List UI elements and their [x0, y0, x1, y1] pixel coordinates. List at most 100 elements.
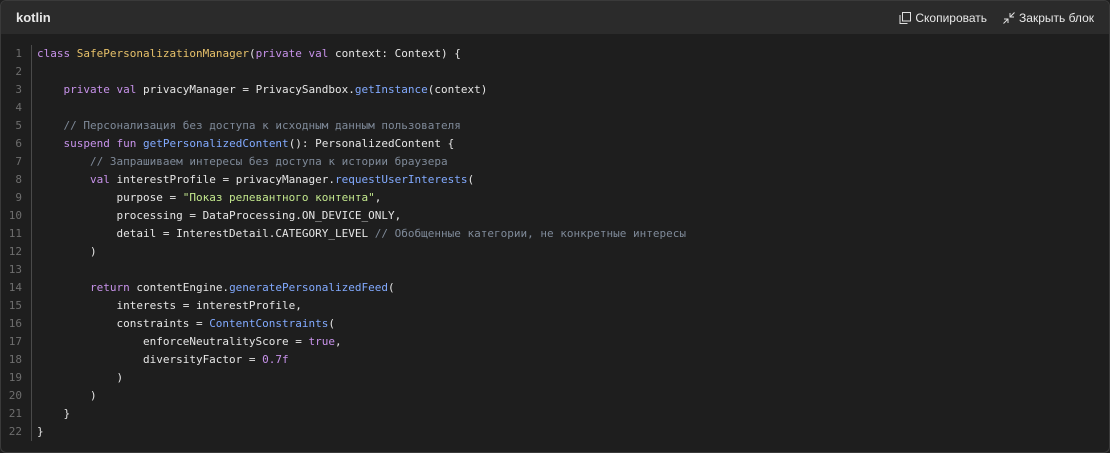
code-line: 13: [1, 261, 1109, 279]
code-text: interests = interestProfile,: [37, 297, 301, 315]
code-token: context: Context) {: [335, 47, 461, 60]
line-number: 20: [8, 389, 22, 402]
code-token: private val: [255, 47, 336, 60]
copy-icon: [899, 11, 912, 24]
gutter-divider: [31, 225, 32, 243]
code-line: 14 return contentEngine.generatePersonal…: [1, 279, 1109, 297]
code-line: 11 detail = InterestDetail.CATEGORY_LEVE…: [1, 225, 1109, 243]
line-number: 4: [15, 101, 22, 114]
line-number: 10: [8, 209, 22, 222]
code-token: val: [89, 173, 117, 186]
code-line: 7 // Запрашиваем интересы без доступа к …: [1, 153, 1109, 171]
code-line: 4: [1, 99, 1109, 117]
gutter-divider: [31, 387, 32, 405]
close-block-button[interactable]: Закрыть блок: [1003, 11, 1094, 25]
line-number: 14: [8, 281, 22, 294]
code-line: 6 suspend fun getPersonalizedContent(): …: [1, 135, 1109, 153]
code-line: 8 val interestProfile = privacyManager.r…: [1, 171, 1109, 189]
gutter-divider: [31, 333, 32, 351]
line-number: 6: [15, 137, 22, 150]
code-token: ,: [335, 335, 342, 348]
code-line: 10 processing = DataProcessing.ON_DEVICE…: [1, 207, 1109, 225]
line-number: 8: [15, 173, 22, 186]
line-number: 16: [8, 317, 22, 330]
code-line: 20 ): [1, 387, 1109, 405]
code-token: requestUserInterests: [335, 173, 468, 186]
code-token: ): [37, 371, 124, 384]
line-number: 1: [15, 47, 22, 60]
code-block: kotlin Скопировать Закрыть блок 1 class S…: [0, 0, 1110, 453]
code-text: diversityFactor = 0.7f: [37, 351, 289, 369]
code-text: return contentEngine.generatePersonalize…: [37, 279, 395, 297]
gutter-divider: [31, 45, 32, 63]
code-text: private val privacyManager = PrivacySand…: [37, 81, 488, 99]
code-text: val interestProfile = privacyManager.req…: [37, 171, 474, 189]
code-token: purpose =: [37, 191, 183, 204]
line-number: 12: [8, 245, 22, 258]
code-line: 1 class SafePersonalizationManager(privat…: [1, 45, 1109, 63]
code-token: ContentConstraints: [209, 317, 329, 330]
copy-button[interactable]: Скопировать: [899, 11, 987, 25]
line-number: 19: [8, 371, 22, 384]
code-text: // Запрашиваем интересы без доступа к ис…: [37, 153, 448, 171]
code-token: SafePersonalizationManager: [76, 47, 249, 60]
close-block-label: Закрыть блок: [1019, 10, 1094, 25]
collapse-icon: [1003, 11, 1015, 24]
code-text: class SafePersonalizationManager(private…: [37, 45, 461, 63]
gutter-divider: [31, 171, 32, 189]
code-text: ): [37, 387, 97, 405]
line-number: 11: [8, 227, 22, 240]
code-line: 22}: [1, 423, 1109, 441]
code-token: }: [37, 425, 44, 438]
code-token: (: [388, 281, 395, 294]
gutter-divider: [31, 405, 32, 423]
code-line: 21 }: [1, 405, 1109, 423]
code-text: processing = DataProcessing.ON_DEVICE_ON…: [37, 207, 401, 225]
line-number: 3: [15, 83, 22, 96]
code-token: (: [248, 47, 256, 60]
code-line: 5 // Персонализация без доступа к исходн…: [1, 117, 1109, 135]
code-token: // Запрашиваем интересы без доступа к ис…: [89, 155, 448, 168]
code-token: private val: [63, 83, 143, 96]
code-token: }: [37, 407, 71, 420]
line-number: 15: [8, 299, 22, 312]
gutter-divider: [31, 117, 32, 135]
code-line: 12 ): [1, 243, 1109, 261]
code-token: // Персонализация без доступа к исходным…: [63, 119, 461, 132]
code-token: generatePersonalizedFeed: [229, 281, 389, 294]
line-number: 5: [15, 119, 22, 132]
code-token: (: [467, 173, 475, 186]
code-token: "Показ релевантного контента": [182, 191, 375, 204]
code-text: detail = InterestDetail.CATEGORY_LEVEL /…: [37, 225, 686, 243]
gutter-divider: [31, 99, 32, 117]
code-token: ): [37, 245, 97, 258]
code-token: diversityFactor =: [37, 353, 263, 366]
code-token: (: [328, 317, 336, 330]
code-token: constraints =: [37, 317, 210, 330]
gutter-divider: [31, 423, 32, 441]
code-token: true: [308, 335, 336, 348]
code-token: return: [89, 281, 137, 294]
code-text: ): [37, 369, 123, 387]
code-token: // Обобщенные категории, не конкретные и…: [374, 227, 687, 240]
code-line: 2: [1, 63, 1109, 81]
gutter-divider: [31, 189, 32, 207]
code-text: }: [37, 405, 70, 423]
line-number: 18: [8, 353, 22, 366]
line-number: 21: [8, 407, 22, 420]
code-line: 17 enforceNeutralityScore = true,: [1, 333, 1109, 351]
gutter-divider: [31, 369, 32, 387]
gutter-divider: [31, 81, 32, 99]
code-text: suspend fun getPersonalizedContent(): Pe…: [37, 135, 455, 153]
code-text: enforceNeutralityScore = true,: [37, 333, 342, 351]
code-token: processing = DataProcessing.ON_DEVICE_ON…: [37, 209, 402, 222]
gutter-divider: [31, 279, 32, 297]
code-token: class: [37, 47, 77, 60]
code-token: (context): [427, 83, 488, 96]
language-label: kotlin: [16, 10, 51, 25]
